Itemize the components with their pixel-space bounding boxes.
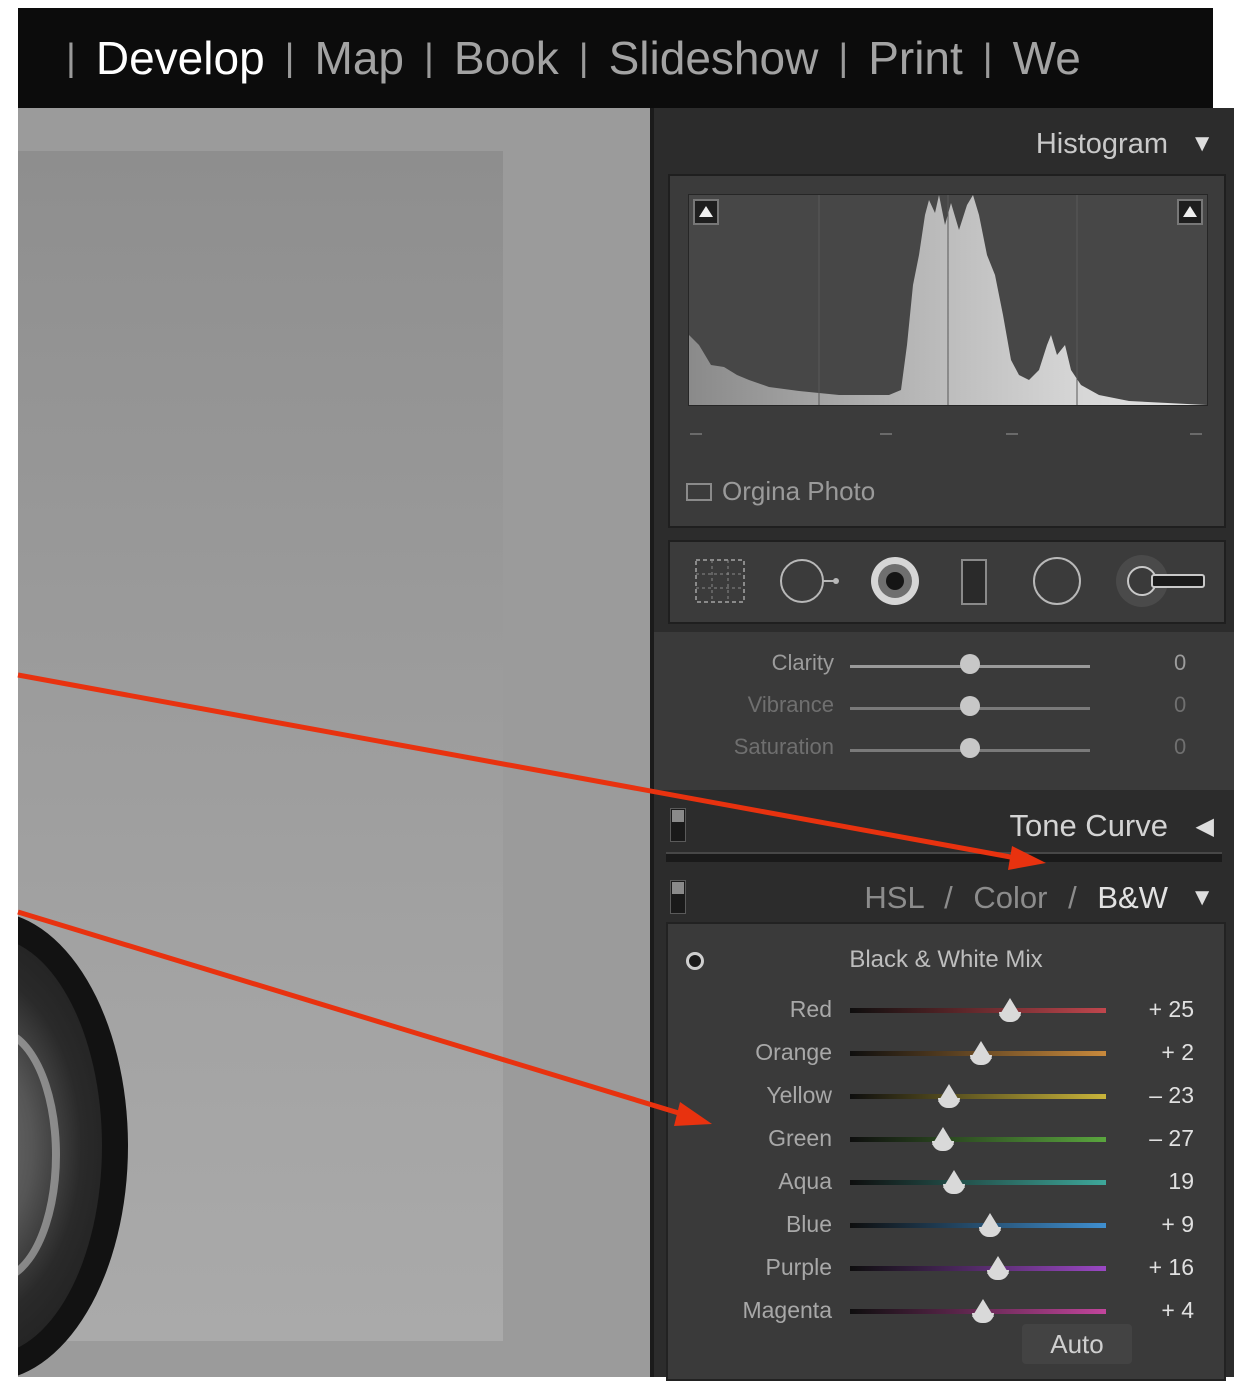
- motorcycle-wheel-image: [18, 911, 128, 1377]
- tab-separator: /: [944, 880, 953, 915]
- shadow-clipping-icon[interactable]: [693, 199, 719, 225]
- highlight-clipping-icon[interactable]: [1177, 199, 1203, 225]
- slider-value: 0: [1174, 734, 1187, 759]
- module-develop[interactable]: Develop: [96, 31, 265, 85]
- module-separator: |: [982, 36, 993, 79]
- photo-preview: [18, 151, 503, 1377]
- adjustment-brush-icon[interactable]: [1116, 554, 1208, 608]
- slider-label: Vibrance: [747, 692, 834, 717]
- tool-strip: [668, 540, 1226, 624]
- module-separator: |: [284, 36, 295, 79]
- bw-slider-value: – 23: [1149, 1082, 1194, 1108]
- bw-slider-yellow: Yellow – 23: [668, 1076, 1224, 1118]
- bw-slider-value: – 27: [1149, 1125, 1194, 1151]
- histogram-title[interactable]: Histogram: [1036, 128, 1168, 161]
- histogram-curve: [689, 195, 1207, 405]
- module-slideshow[interactable]: Slideshow: [609, 31, 819, 85]
- module-list: | Develop | Map | Book | Slideshow | Print | We: [18, 8, 1081, 108]
- basic-presence-section: Clarity 0 Vibrance 0 Saturation 0: [654, 632, 1234, 790]
- histogram-graph[interactable]: [688, 194, 1208, 406]
- bw-slider-track[interactable]: [850, 1008, 1106, 1013]
- module-separator: |: [424, 36, 434, 79]
- bw-slider-aqua: Aqua 19: [668, 1162, 1224, 1204]
- module-separator: |: [66, 36, 76, 79]
- bw-slider-track[interactable]: [850, 1137, 1106, 1142]
- auto-button[interactable]: Auto: [1022, 1324, 1132, 1364]
- graduated-filter-icon[interactable]: [958, 556, 992, 608]
- bw-slider-green: Green – 27: [668, 1119, 1224, 1161]
- bw-slider-purple: Purple + 16: [668, 1248, 1224, 1290]
- slider-row-saturation: Saturation 0: [654, 730, 1234, 770]
- bw-slider-label: Purple: [765, 1254, 832, 1280]
- tab-bw[interactable]: B&W: [1097, 880, 1168, 915]
- tone-curve-title: Tone Curve: [1009, 808, 1168, 843]
- radial-filter-icon[interactable]: [1030, 554, 1084, 608]
- triangle-down-icon[interactable]: ▼: [1190, 130, 1214, 158]
- module-map[interactable]: Map: [315, 31, 404, 85]
- slider-row-clarity: Clarity 0: [654, 646, 1234, 686]
- module-separator: |: [838, 36, 849, 79]
- photo-canvas[interactable]: [18, 108, 650, 1377]
- histogram-readout-dash: [1006, 433, 1018, 435]
- bw-slider-value: + 4: [1161, 1297, 1194, 1323]
- bw-slider-label: Green: [768, 1125, 832, 1151]
- slider-row-vibrance: Vibrance 0: [654, 688, 1234, 728]
- module-we[interactable]: We: [1013, 31, 1081, 85]
- module-picker-bar: | Develop | Map | Book | Slideshow | Print | We: [18, 8, 1213, 108]
- histogram-readout-dash: [690, 433, 702, 435]
- tab-hsl[interactable]: HSL: [864, 880, 923, 915]
- tab-color[interactable]: Color: [973, 880, 1047, 915]
- tone-curve-header[interactable]: Tone Curve ◀: [654, 794, 1234, 858]
- bw-slider-track[interactable]: [850, 1180, 1106, 1185]
- bw-slider-value: + 2: [1161, 1039, 1194, 1065]
- tab-separator: /: [1068, 880, 1077, 915]
- original-photo-toggle[interactable]: Orgina Photo: [686, 476, 875, 507]
- hsl-color-bw-header: HSL / Color / B&W ▼: [654, 866, 1234, 930]
- original-photo-label: Orgina Photo: [722, 476, 876, 506]
- bw-slider-value: 19: [1168, 1168, 1194, 1194]
- crop-overlay-icon[interactable]: [692, 556, 748, 606]
- slider-label: Clarity: [771, 650, 834, 675]
- panel-toggle-switch[interactable]: [670, 880, 686, 914]
- bw-slider-orange: Orange + 2: [668, 1033, 1224, 1075]
- histogram-panel: Orgina Photo: [668, 174, 1226, 528]
- black-white-mix-panel: Black & White Mix Red + 25 Orange + 2 Yellow…: [666, 922, 1226, 1381]
- bw-slider-label: Blue: [785, 1211, 832, 1237]
- bw-slider-label: Yellow: [766, 1082, 832, 1108]
- histogram-readout-dash: [1190, 433, 1202, 435]
- panel-toggle-switch[interactable]: [670, 808, 686, 842]
- triangle-down-icon[interactable]: ▼: [1190, 884, 1214, 912]
- bw-slider-value: + 25: [1148, 996, 1194, 1022]
- triangle-left-icon[interactable]: ◀: [1196, 812, 1214, 841]
- bw-slider-value: + 9: [1161, 1211, 1194, 1237]
- checkbox[interactable]: [686, 482, 712, 501]
- bw-slider-track[interactable]: [850, 1266, 1106, 1271]
- slider-value: 0: [1174, 650, 1187, 675]
- slider-label: Saturation: [733, 734, 834, 759]
- module-book[interactable]: Book: [454, 31, 559, 85]
- bw-slider-label: Aqua: [778, 1168, 832, 1194]
- bw-slider-magenta: Magenta + 4: [668, 1291, 1224, 1333]
- bw-slider-label: Orange: [755, 1039, 832, 1065]
- right-panel: Histogram ▼ Orgina Photo Clarity 0 Vibra…: [650, 108, 1234, 1381]
- module-print[interactable]: Print: [868, 31, 963, 85]
- bw-slider-blue: Blue + 9: [668, 1205, 1224, 1247]
- bw-slider-value: + 16: [1148, 1254, 1194, 1280]
- spot-removal-icon[interactable]: [778, 554, 842, 608]
- bw-slider-label: Red: [789, 996, 832, 1022]
- bw-slider-label: Magenta: [742, 1297, 832, 1323]
- bw-slider-red: Red + 25: [668, 990, 1224, 1032]
- bw-mix-title: Black & White Mix: [849, 946, 1043, 973]
- panel-divider: [666, 852, 1222, 862]
- slider-value: 0: [1174, 692, 1187, 717]
- module-separator: |: [578, 36, 589, 79]
- histogram-readout-dash: [880, 433, 892, 435]
- red-eye-icon[interactable]: [866, 552, 924, 610]
- bw-slider-track[interactable]: [850, 1094, 1106, 1099]
